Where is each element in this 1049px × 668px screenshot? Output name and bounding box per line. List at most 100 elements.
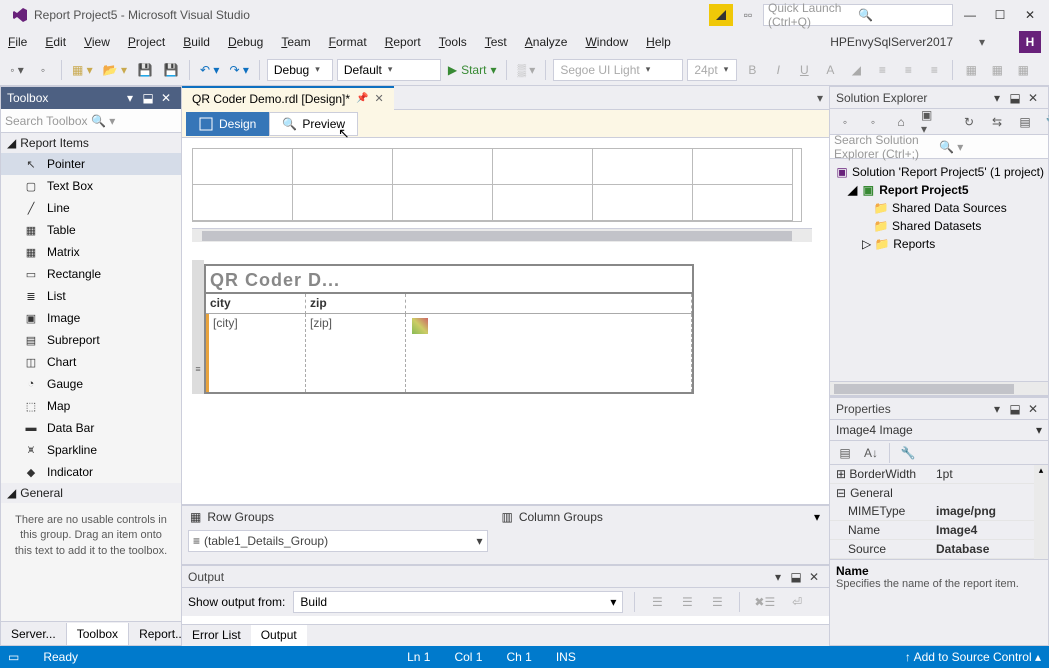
prop-row[interactable]: MIMEType image/png bbox=[830, 502, 1048, 521]
prop-row[interactable]: Source Database bbox=[830, 540, 1048, 559]
toolbox-item-table[interactable]: ▦Table bbox=[1, 219, 181, 241]
folder-reports[interactable]: ▷ 📁 Reports bbox=[830, 235, 1048, 253]
output-btn2[interactable]: ☰ bbox=[676, 591, 698, 613]
border-icon[interactable]: ▦ bbox=[960, 59, 982, 81]
report-title[interactable]: QR Coder D... bbox=[206, 266, 692, 294]
pin-icon[interactable]: ⬓ bbox=[139, 91, 157, 105]
design-tab[interactable]: Design bbox=[186, 112, 269, 136]
menu-tools[interactable]: Tools bbox=[439, 35, 467, 49]
se-home2-icon[interactable]: ⌂ bbox=[890, 111, 912, 133]
se-back-icon[interactable]: ◦ bbox=[862, 111, 884, 133]
toolbox-item-image[interactable]: ▣Image bbox=[1, 307, 181, 329]
menu-file[interactable]: File bbox=[8, 35, 27, 49]
border2-icon[interactable]: ▦ bbox=[986, 59, 1008, 81]
col-header-zip[interactable]: zip bbox=[306, 294, 406, 314]
se-h-scrollbar[interactable] bbox=[830, 381, 1048, 395]
menu-analyze[interactable]: Analyze bbox=[525, 35, 568, 49]
toolbox-item-subreport[interactable]: ▤Subreport bbox=[1, 329, 181, 351]
props-dropdown-icon[interactable]: ▾ bbox=[988, 402, 1006, 416]
save-icon[interactable]: 💾 bbox=[134, 59, 156, 81]
output-clear-icon[interactable]: ✖☰ bbox=[751, 591, 778, 613]
tab-overflow-icon[interactable]: ▾ bbox=[811, 91, 829, 105]
menu-format[interactable]: Format bbox=[329, 35, 367, 49]
nav-back-icon[interactable]: ◦ ▾ bbox=[6, 59, 28, 81]
header-table[interactable] bbox=[193, 149, 801, 221]
se-sync-icon[interactable]: ▣ ▾ bbox=[918, 111, 940, 133]
prop-pages-icon[interactable]: 🔧 bbox=[897, 442, 919, 464]
solution-node[interactable]: ▣ Solution 'Report Project5' (1 project) bbox=[830, 163, 1048, 181]
underline-icon[interactable]: U bbox=[793, 59, 815, 81]
menu-project[interactable]: Project bbox=[128, 35, 165, 49]
server-explorer-tab[interactable]: Server... bbox=[1, 623, 67, 645]
toolbox-group-general[interactable]: ◢ General bbox=[1, 483, 181, 503]
toolbox-dropdown-icon[interactable]: ▾ bbox=[121, 91, 139, 105]
bold-icon[interactable]: B bbox=[741, 59, 763, 81]
toolbox-item-line[interactable]: ╱Line bbox=[1, 197, 181, 219]
undo-icon[interactable]: ↶ ▾ bbox=[197, 59, 222, 81]
expand-icon[interactable]: ◢ bbox=[848, 183, 857, 197]
menu-build[interactable]: Build bbox=[183, 35, 210, 49]
server-dropdown-icon[interactable]: ▾ bbox=[971, 31, 993, 53]
align-left-icon[interactable]: ≡ bbox=[871, 59, 893, 81]
platform-combo[interactable]: Default▾ bbox=[337, 59, 441, 81]
maximize-button[interactable]: ☐ bbox=[987, 4, 1013, 26]
close-button[interactable]: ✕ bbox=[1017, 4, 1043, 26]
chevron-down-icon[interactable]: ▾ bbox=[476, 534, 482, 548]
menu-test[interactable]: Test bbox=[485, 35, 507, 49]
user-badge[interactable]: H bbox=[1019, 31, 1041, 53]
se-close-icon[interactable]: ✕ bbox=[1024, 91, 1042, 105]
output-from-combo[interactable]: Build ▾ bbox=[293, 591, 623, 613]
row-handle[interactable]: ≡ bbox=[192, 260, 204, 394]
nav-fwd-icon[interactable]: ◦ bbox=[32, 59, 54, 81]
toolbox-item-list[interactable]: ≣List bbox=[1, 285, 181, 307]
scroll-up-icon[interactable]: ▴ bbox=[1034, 465, 1048, 476]
props-close-icon[interactable]: ✕ bbox=[1024, 402, 1042, 416]
prop-row[interactable]: Name Image4 bbox=[830, 521, 1048, 540]
groups-dropdown-icon[interactable]: ▾ bbox=[814, 510, 820, 524]
toolbox-tab[interactable]: Toolbox bbox=[67, 623, 129, 645]
pin-icon[interactable]: ⬓ bbox=[1006, 402, 1024, 416]
toolbox-item-matrix[interactable]: ▦Matrix bbox=[1, 241, 181, 263]
se-props-icon[interactable]: 🔧 bbox=[1042, 111, 1049, 133]
props-v-scrollbar[interactable]: ▴ bbox=[1034, 465, 1048, 559]
start-button[interactable]: ▶ Start ▾ bbox=[445, 59, 500, 81]
prop-row[interactable]: ⊞ BorderWidth 1pt bbox=[830, 465, 1048, 484]
row-group-item[interactable]: ≡ (table1_Details_Group) ▾ bbox=[188, 530, 488, 552]
toolbox-close-icon[interactable]: ✕ bbox=[157, 91, 175, 105]
new-project-icon[interactable]: ▦ ▾ bbox=[69, 59, 96, 81]
toolbox-item-sparkline[interactable]: ⩙Sparkline bbox=[1, 439, 181, 461]
prop-category[interactable]: ⊟ General bbox=[830, 484, 1048, 502]
folder-shared-datasets[interactable]: 📁 Shared Datasets bbox=[830, 217, 1048, 235]
document-tab[interactable]: QR Coder Demo.rdl [Design]* 📌 ✕ bbox=[182, 86, 394, 110]
properties-object[interactable]: Image4 Image ▾ bbox=[830, 420, 1048, 441]
design-surface[interactable]: ≡ QR Coder D... city zip [city] [zip] bbox=[182, 138, 829, 504]
h-scrollbar[interactable] bbox=[192, 228, 812, 242]
fontcolor-icon[interactable]: A bbox=[819, 59, 841, 81]
output-btn1[interactable]: ☰ bbox=[646, 591, 668, 613]
se-collapse-icon[interactable]: ⇆ bbox=[986, 111, 1008, 133]
feedback-icon[interactable]: ▫▫ bbox=[737, 4, 759, 26]
col-header-city[interactable]: city bbox=[206, 294, 306, 314]
pin-icon[interactable]: ⬓ bbox=[787, 570, 805, 584]
redo-icon[interactable]: ↷ ▾ bbox=[226, 59, 251, 81]
bgcolor-icon[interactable]: ◢ bbox=[845, 59, 867, 81]
folder-shared-data-sources[interactable]: 📁 Shared Data Sources bbox=[830, 199, 1048, 217]
italic-icon[interactable]: I bbox=[767, 59, 789, 81]
pin-icon[interactable]: 📌 bbox=[356, 93, 368, 104]
tab-close-icon[interactable]: ✕ bbox=[375, 92, 384, 105]
menu-view[interactable]: View bbox=[84, 35, 110, 49]
expand-icon[interactable]: ▷ bbox=[862, 237, 871, 251]
se-showall-icon[interactable]: ▤ bbox=[1014, 111, 1036, 133]
chevron-down-icon[interactable]: ▾ bbox=[1036, 423, 1042, 437]
toolbox-item-chart[interactable]: ◫Chart bbox=[1, 351, 181, 373]
alphabetize-icon[interactable]: A↓ bbox=[860, 442, 882, 464]
toolbox-item-pointer[interactable]: ↖Pointer bbox=[1, 153, 181, 175]
pin-icon[interactable]: ⬓ bbox=[1006, 91, 1024, 105]
align-right-icon[interactable]: ≡ bbox=[923, 59, 945, 81]
cell-zip[interactable]: [zip] bbox=[306, 314, 406, 392]
se-home-icon[interactable]: ◦ bbox=[834, 111, 856, 133]
toolbox-group-report-items[interactable]: ◢ Report Items bbox=[1, 133, 181, 153]
quick-launch-input[interactable]: Quick Launch (Ctrl+Q) 🔍 bbox=[763, 4, 953, 26]
output-btn3[interactable]: ☰ bbox=[706, 591, 728, 613]
minimize-button[interactable]: — bbox=[957, 4, 983, 26]
